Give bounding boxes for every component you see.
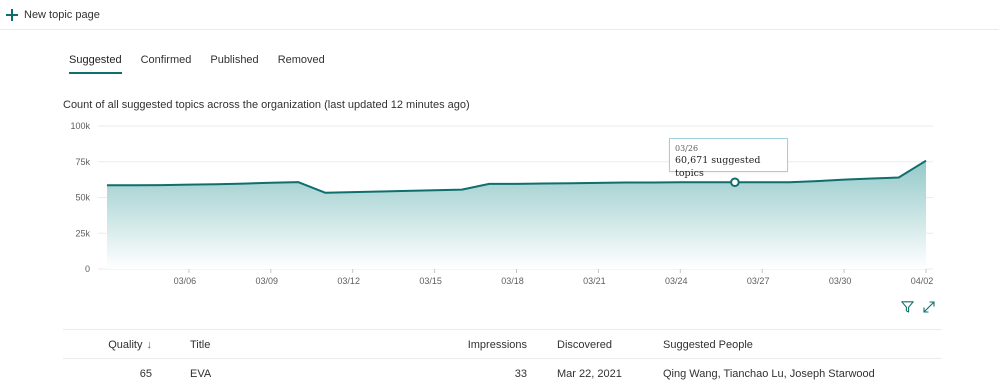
- series-area: [107, 160, 926, 269]
- filter-icon: [900, 301, 914, 313]
- filter-button[interactable]: [899, 299, 915, 315]
- column-header-title[interactable]: Title: [190, 339, 210, 351]
- table-row[interactable]: 65 EVA 33 Mar 22, 2021 Qing Wang, Tianch…: [63, 359, 942, 389]
- x-tick-label: 03/18: [501, 276, 524, 286]
- x-tick-label: 04/02: [911, 276, 934, 286]
- x-tick-label: 03/06: [174, 276, 197, 286]
- suggested-topics-table: Quality ↓ Title Impressions Discovered Su…: [63, 329, 942, 389]
- title-cell[interactable]: EVA: [190, 368, 211, 380]
- table-header: Quality ↓ Title Impressions Discovered Su…: [63, 329, 942, 359]
- column-header-quality[interactable]: Quality ↓: [108, 339, 152, 351]
- chart-tooltip: 03/26 60,671 suggested topics: [669, 138, 788, 179]
- column-header-discovered[interactable]: Discovered: [557, 339, 612, 351]
- quality-header-label: Quality: [108, 339, 143, 351]
- sort-descending-icon: ↓: [146, 339, 153, 351]
- discovered-cell: Mar 22, 2021: [557, 368, 622, 380]
- tooltip-value: 60,671 suggested topics: [675, 155, 761, 179]
- y-tick-label: 75k: [75, 157, 90, 167]
- y-tick-label: 0: [85, 264, 90, 274]
- suggested-people-cell: Qing Wang, Tianchao Lu, Joseph Starwood: [663, 368, 875, 380]
- tooltip-date: 03/26: [675, 144, 699, 153]
- column-header-impressions[interactable]: Impressions: [468, 339, 527, 351]
- column-header-suggested-people[interactable]: Suggested People: [663, 339, 753, 351]
- impressions-cell: 33: [514, 368, 527, 380]
- suggested-topics-chart: 0 25k 50k 75k 100k 03/06 03/09 03/12 03/15 03/18…: [70, 121, 934, 286]
- x-tick-label: 03/12: [337, 276, 360, 286]
- quality-cell: 65: [139, 368, 152, 380]
- y-tick-label: 25k: [75, 228, 90, 238]
- x-tick-label: 03/21: [583, 276, 606, 286]
- x-tick-label: 03/09: [256, 276, 279, 286]
- x-tick-label: 03/24: [665, 276, 688, 286]
- expand-button[interactable]: [921, 299, 937, 315]
- expand-icon: [923, 301, 935, 313]
- chart-tools: [899, 299, 943, 315]
- x-tick-label: 03/30: [829, 276, 852, 286]
- x-tick-label: 03/15: [419, 276, 442, 286]
- x-tick-label: 03/27: [747, 276, 770, 286]
- y-tick-label: 50k: [75, 193, 90, 203]
- y-tick-label: 100k: [70, 121, 90, 131]
